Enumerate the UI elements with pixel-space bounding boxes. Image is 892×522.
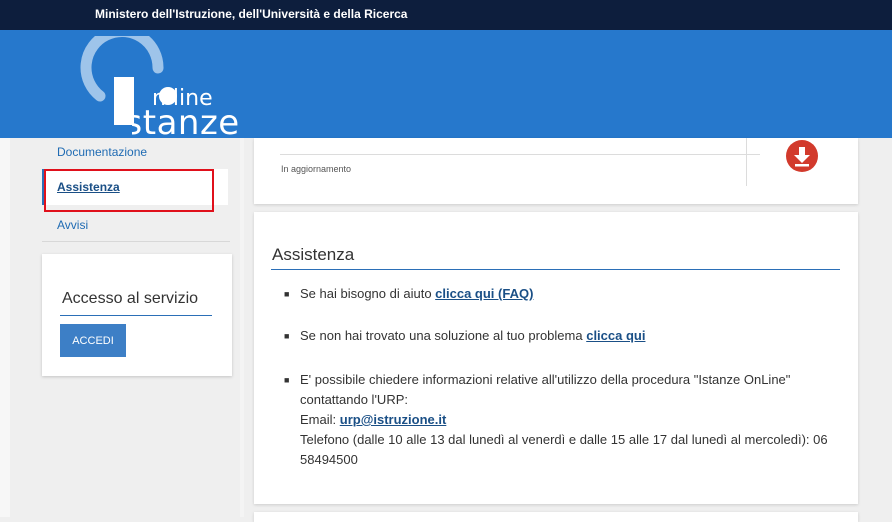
ministry-name: Ministero dell'Istruzione, dell'Universi… [95,7,408,21]
ministry-topbar: Ministero dell'Istruzione, dell'Universi… [0,0,892,30]
assistenza-card: Assistenza ■ Se hai bisogno di aiuto cli… [254,212,858,504]
status-card: In aggiornamento [254,138,858,204]
sidebar-divider [42,241,230,242]
assistenza-title: Assistenza [272,245,355,264]
page-left-gutter [0,138,10,517]
bullet-icon: ■ [284,331,290,341]
status-text: In aggiornamento [281,164,352,174]
solution-text: Se non hai trovato una soluzione al tuo … [300,328,583,343]
sidebar-item-avvisi[interactable]: Avvisi [57,218,88,232]
sidebar-item-documentazione[interactable]: Documentazione [57,145,147,159]
next-card [254,512,858,522]
logo-text-istanze: Istanze [114,103,240,143]
access-card: Accesso al servizio ACCEDI [42,254,232,376]
download-icon[interactable] [786,140,818,172]
email-label: Email: [300,412,337,427]
phone-text: Telefono (dalle 10 alle 13 dal lunedì al… [300,432,828,467]
bullet-icon: ■ [284,375,290,385]
access-divider [60,315,212,316]
status-separator [746,138,747,186]
bullet-icon: ■ [284,289,290,299]
faq-link[interactable]: clicca qui (FAQ) [435,286,533,301]
highlight-box [44,169,214,212]
email-link[interactable]: urp@istruzione.it [340,412,447,427]
status-divider [280,154,760,155]
column-gap [240,138,244,517]
assistenza-title-rule [271,269,840,270]
solution-link[interactable]: clicca qui [586,328,645,343]
faq-text: Se hai bisogno di aiuto [300,286,432,301]
site-header: n line Istanze [0,26,892,143]
accedi-button[interactable]: ACCEDI [60,324,126,357]
urp-info-text: E' possibile chiedere informazioni relat… [300,372,791,407]
access-title: Accesso al servizio [62,290,199,307]
